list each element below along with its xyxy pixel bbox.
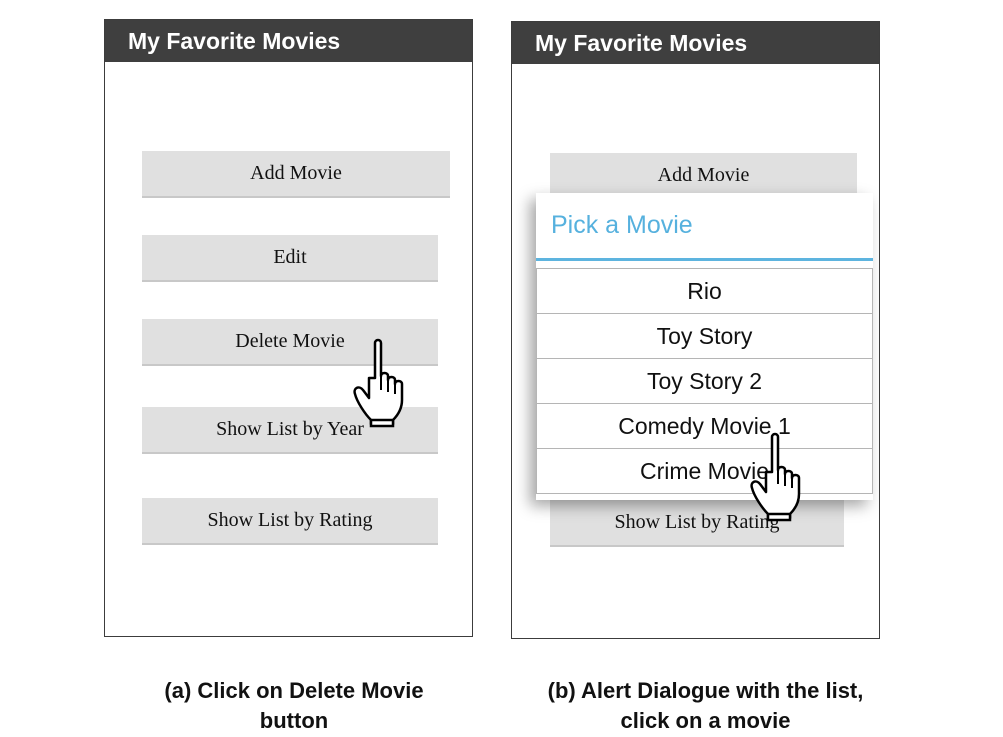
movie-list: Rio Toy Story Toy Story 2 Comedy Movie 1… — [536, 268, 873, 494]
movie-item-comedy-movie-1[interactable]: Comedy Movie 1 — [536, 403, 873, 449]
movie-item-rio[interactable]: Rio — [536, 268, 873, 314]
movie-item-toy-story[interactable]: Toy Story — [536, 313, 873, 359]
movie-item-toy-story-2[interactable]: Toy Story 2 — [536, 358, 873, 404]
caption-b-line1: (b) Alert Dialogue with the list, — [547, 678, 864, 703]
show-list-by-year-button[interactable]: Show List by Year — [142, 407, 438, 454]
phone-screen-a: My Favorite Movies Add Movie Edit Delete… — [104, 19, 473, 637]
edit-button[interactable]: Edit — [142, 235, 438, 282]
caption-a-line1: (a) Click on Delete Movie — [164, 678, 424, 703]
caption-b: (b) Alert Dialogue with the list, click … — [508, 676, 903, 736]
dialog-title: Pick a Movie — [536, 193, 873, 261]
add-movie-button[interactable]: Add Movie — [142, 151, 450, 198]
app-title-bar: My Favorite Movies — [105, 20, 472, 62]
caption-a: (a) Click on Delete Movie button — [104, 676, 484, 736]
app-title-bar: My Favorite Movies — [512, 22, 879, 64]
show-list-by-rating-button[interactable]: Show List by Rating — [142, 498, 438, 545]
phone-screen-b: My Favorite Movies Add Movie Show List b… — [511, 21, 880, 639]
show-list-by-rating-button[interactable]: Show List by Rating — [550, 500, 844, 547]
caption-a-line2: button — [259, 708, 329, 733]
pick-movie-dialog: Pick a Movie Rio Toy Story Toy Story 2 C… — [536, 193, 873, 500]
delete-movie-button[interactable]: Delete Movie — [142, 319, 438, 366]
movie-item-crime-movie[interactable]: Crime Movie — [536, 448, 873, 494]
caption-b-line2: click on a movie — [620, 708, 791, 733]
